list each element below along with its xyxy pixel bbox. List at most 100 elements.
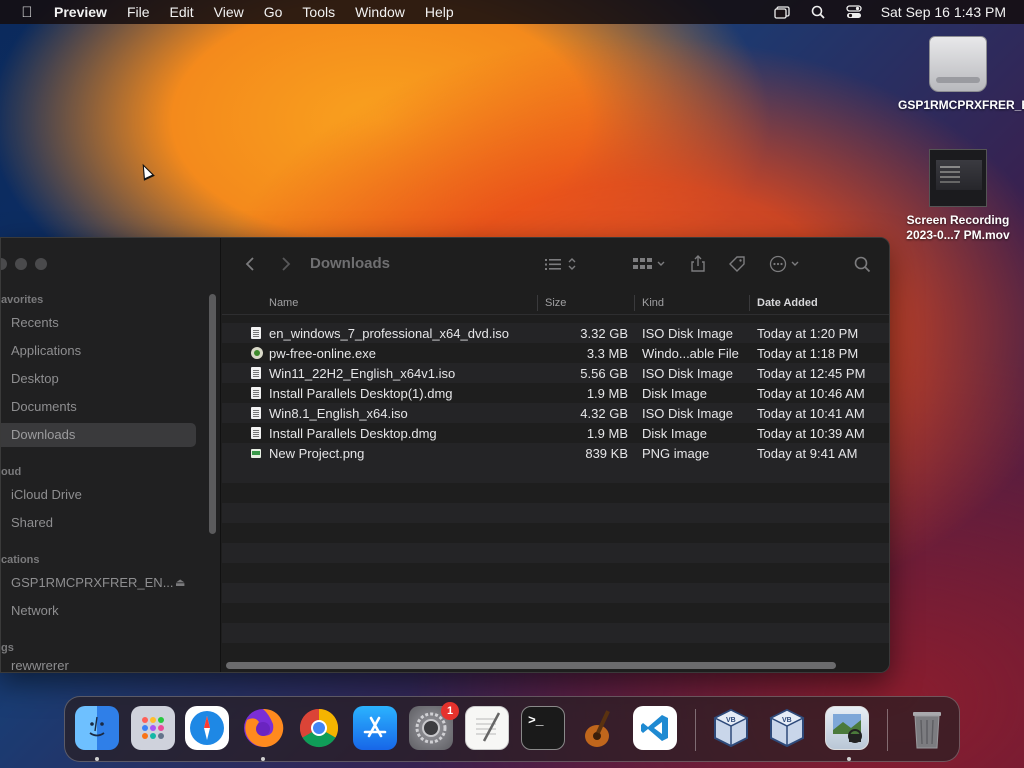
file-date: Today at 12:45 PM xyxy=(757,366,866,381)
forward-button[interactable] xyxy=(278,252,294,276)
menu-window[interactable]: Window xyxy=(345,4,415,20)
video-file-icon xyxy=(929,149,987,207)
desktop-item-label: Screen Recording 2023-0...7 PM.mov xyxy=(906,213,1010,242)
file-size: 5.56 GB xyxy=(580,366,628,381)
action-button[interactable] xyxy=(768,252,804,276)
preview-icon[interactable] xyxy=(825,706,869,750)
document-icon xyxy=(251,407,261,419)
sidebar-scrollbar[interactable] xyxy=(209,294,216,534)
sidebar-item-recents[interactable]: Recents xyxy=(11,311,59,335)
search-button[interactable] xyxy=(852,252,872,276)
menu-view[interactable]: View xyxy=(204,4,254,20)
textedit-icon[interactable] xyxy=(465,706,509,750)
menu-help[interactable]: Help xyxy=(415,4,464,20)
file-size: 839 KB xyxy=(585,446,628,461)
sidebar-item-shared[interactable]: Shared xyxy=(11,511,53,535)
file-row[interactable]: pw-free-online.exe 3.3 MB Windo...able F… xyxy=(222,343,889,363)
terminal-icon[interactable]: >_ xyxy=(521,706,565,750)
file-row[interactable]: Install Parallels Desktop.dmg 1.9 MB Dis… xyxy=(222,423,889,443)
file-name: Win11_22H2_English_x64v1.iso xyxy=(269,366,456,381)
trash-icon[interactable] xyxy=(905,706,949,750)
svg-text:VB: VB xyxy=(782,717,792,724)
launchpad-icon[interactable] xyxy=(131,706,175,750)
file-kind: ISO Disk Image xyxy=(642,406,734,421)
file-kind: PNG image xyxy=(642,446,710,461)
finder-window: avorites Recents Applications Desktop Do… xyxy=(0,237,890,673)
file-name: Win8.1_English_x64.iso xyxy=(269,406,408,421)
more-options-icon xyxy=(769,255,799,273)
file-name: pw-free-online.exe xyxy=(269,346,376,361)
zoom-icon[interactable] xyxy=(35,258,47,270)
exe-icon xyxy=(251,347,263,359)
column-divider[interactable] xyxy=(634,295,635,311)
vscode-icon[interactable] xyxy=(633,706,677,750)
column-divider[interactable] xyxy=(537,295,538,311)
control-center-icon[interactable] xyxy=(845,5,863,19)
terminal-prompt: >_ xyxy=(528,713,544,728)
dock-separator xyxy=(887,709,888,751)
finder-sidebar: avorites Recents Applications Desktop Do… xyxy=(1,238,221,672)
file-row[interactable]: en_windows_7_professional_x64_dvd.iso 3.… xyxy=(222,323,889,343)
dock: 1 >_ VB VB xyxy=(64,696,960,762)
finder-icon[interactable] xyxy=(75,706,119,750)
garageband-icon[interactable] xyxy=(577,706,621,750)
file-size: 1.9 MB xyxy=(586,386,628,401)
sidebar-item-applications[interactable]: Applications xyxy=(11,339,81,363)
back-button[interactable] xyxy=(242,252,258,276)
svg-text:VB: VB xyxy=(726,717,736,724)
sidebar-item-dvd[interactable]: GSP1RMCPRXFRER_EN... xyxy=(11,571,174,595)
minimize-icon[interactable] xyxy=(15,258,27,270)
file-row[interactable]: New Project.png 839 KB PNG image Today a… xyxy=(222,443,889,463)
share-button[interactable] xyxy=(688,252,708,276)
menu-file[interactable]: File xyxy=(117,4,160,20)
apple-icon[interactable]:  xyxy=(10,4,44,21)
tag-button[interactable] xyxy=(726,252,748,276)
file-date: Today at 9:41 AM xyxy=(757,446,858,461)
file-row[interactable]: Win11_22H2_English_x64v1.iso 5.56 GB ISO… xyxy=(222,363,889,383)
menu-tools[interactable]: Tools xyxy=(292,4,345,20)
file-row[interactable]: Win8.1_English_x64.iso 4.32 GB ISO Disk … xyxy=(222,403,889,423)
sidebar-item-icloud-drive[interactable]: iCloud Drive xyxy=(11,483,82,507)
column-date-added[interactable]: Date Added xyxy=(757,297,818,309)
sidebar-item-tag[interactable]: rewwrerer xyxy=(11,659,69,672)
document-icon xyxy=(251,367,261,379)
sidebar-item-documents[interactable]: Documents xyxy=(11,395,77,419)
menu-app-name[interactable]: Preview xyxy=(44,4,117,20)
group-button[interactable] xyxy=(630,252,670,276)
column-size[interactable]: Size xyxy=(545,297,566,309)
column-name[interactable]: Name xyxy=(269,297,298,309)
sidebar-item-downloads[interactable]: Downloads xyxy=(1,423,196,447)
image-file-icon xyxy=(251,449,261,458)
virtualbox-vm-icon[interactable]: VB xyxy=(765,706,809,750)
virtualbox-icon[interactable]: VB xyxy=(709,706,753,750)
chrome-icon[interactable] xyxy=(297,706,341,750)
file-row[interactable]: Install Parallels Desktop(1).dmg 1.9 MB … xyxy=(222,383,889,403)
safari-icon[interactable] xyxy=(185,706,229,750)
eject-icon[interactable]: ⏏ xyxy=(175,576,185,589)
file-list: en_windows_7_professional_x64_dvd.iso 3.… xyxy=(222,323,889,463)
share-icon xyxy=(691,255,705,272)
system-settings-icon[interactable]: 1 xyxy=(409,702,459,750)
mouse-cursor-icon xyxy=(137,161,155,181)
column-divider[interactable] xyxy=(749,295,750,311)
sidebar-item-network[interactable]: Network xyxy=(11,599,59,623)
column-kind[interactable]: Kind xyxy=(642,297,664,309)
menu-clock[interactable]: Sat Sep 16 1:43 PM xyxy=(881,4,1006,20)
search-icon[interactable] xyxy=(809,5,827,19)
chevron-left-icon xyxy=(245,257,254,271)
desktop-item-dvd[interactable]: GSP1RMCPRXFRER_EN_DVD xyxy=(898,36,1024,113)
screen-mirroring-icon[interactable] xyxy=(773,5,791,19)
menu-edit[interactable]: Edit xyxy=(160,4,204,20)
app-store-icon[interactable] xyxy=(353,706,397,750)
close-icon[interactable] xyxy=(1,258,7,270)
desktop-item-recording[interactable]: Screen Recording 2023-0...7 PM.mov xyxy=(898,149,1018,243)
horizontal-scrollbar[interactable] xyxy=(226,662,836,669)
menu-bar:  Preview File Edit View Go Tools Window… xyxy=(0,0,1024,24)
sidebar-item-desktop[interactable]: Desktop xyxy=(11,367,59,391)
menu-go[interactable]: Go xyxy=(254,4,293,20)
firefox-icon[interactable] xyxy=(241,706,285,750)
file-kind: Windo...able File xyxy=(642,346,739,361)
file-kind: ISO Disk Image xyxy=(642,366,734,381)
notification-badge: 1 xyxy=(441,702,459,720)
view-options-button[interactable] xyxy=(542,252,580,276)
